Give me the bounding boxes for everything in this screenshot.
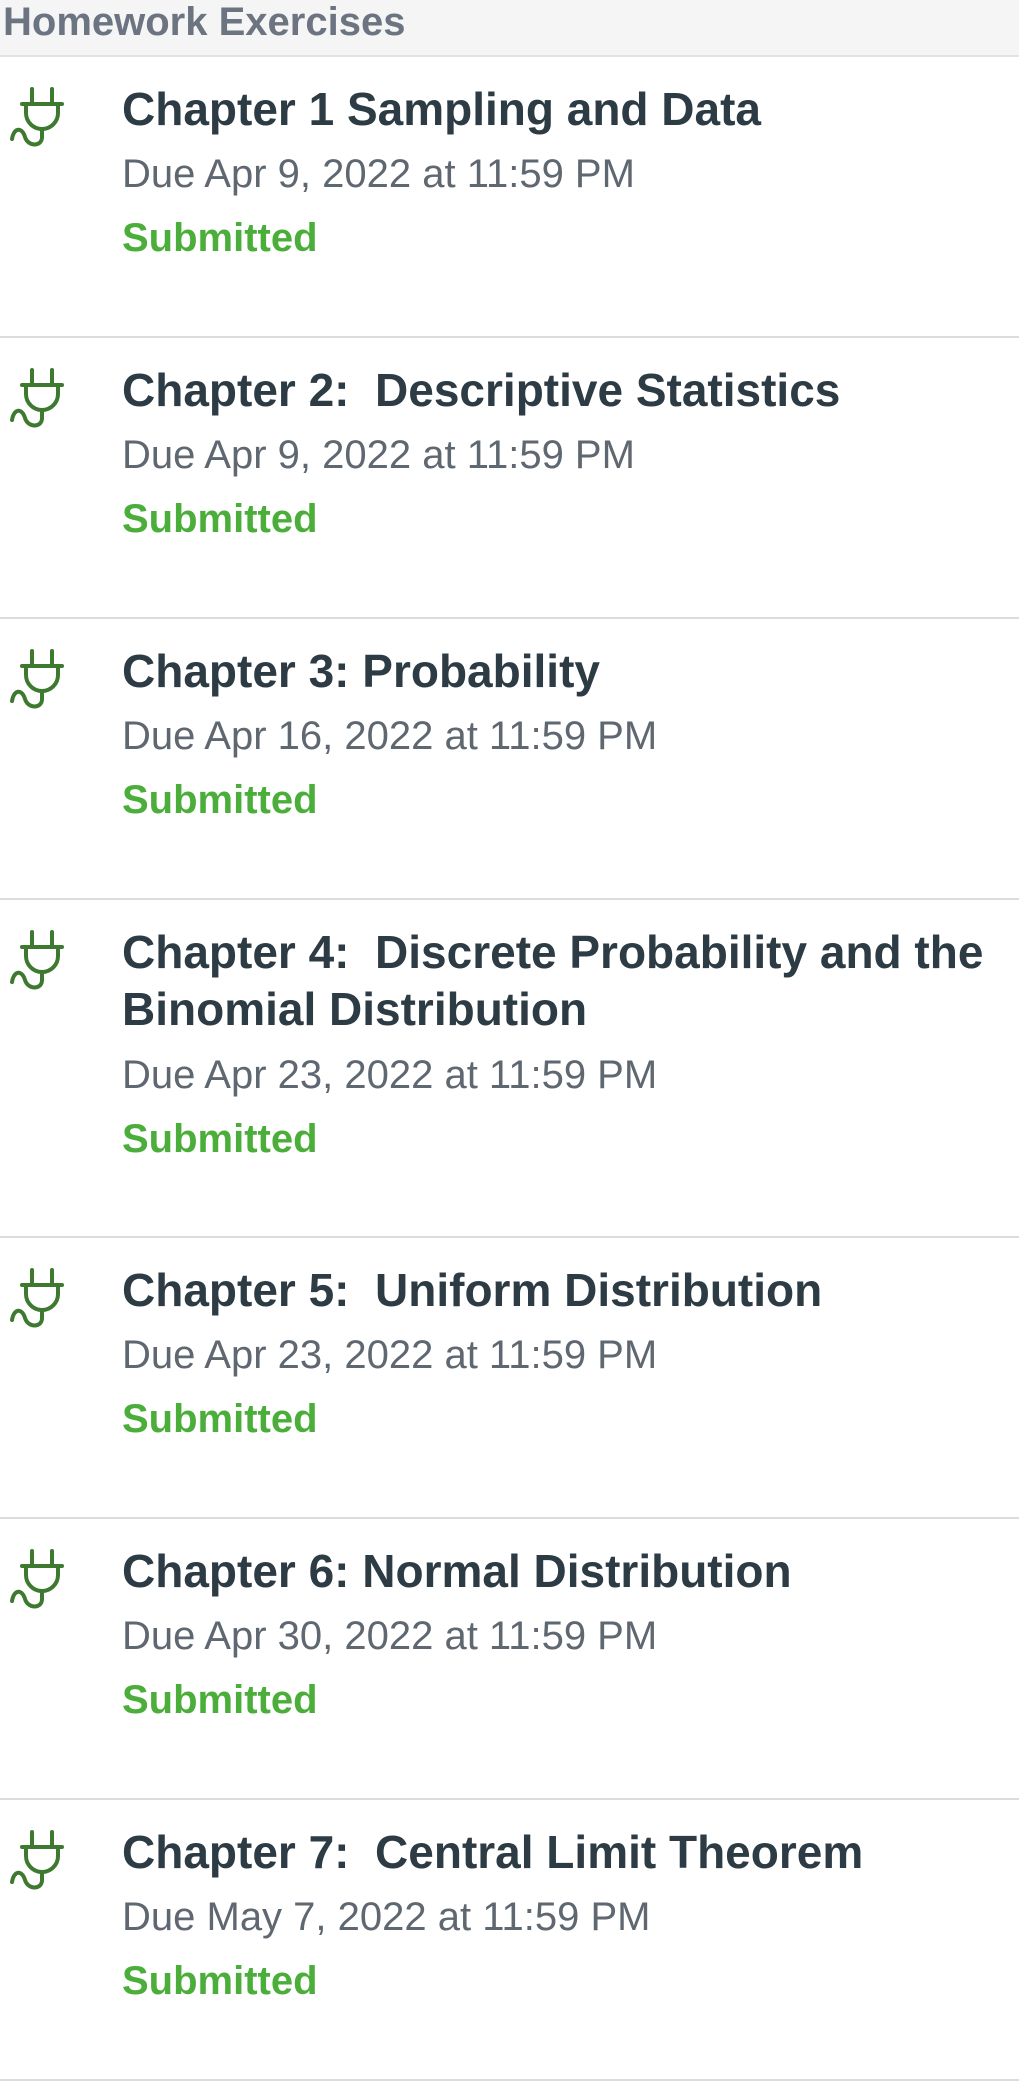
plug-icon [10, 87, 64, 147]
assignment-title[interactable]: Chapter 7: Central Limit Theorem [122, 1824, 1012, 1881]
assignment-due-date: Due Apr 23, 2022 at 11:59 PM [122, 1053, 658, 1097]
section-header: Homework Exercises [0, 0, 1019, 57]
assignment-item[interactable]: Chapter 2: Descriptive Statistics Due Ap… [0, 338, 1019, 619]
assignment-due-date: Due Apr 9, 2022 at 11:59 PM [122, 433, 635, 477]
assignment-item[interactable]: Chapter 4: Discrete Probability and the … [0, 900, 1019, 1238]
section-title: Homework Exercises [3, 0, 406, 44]
assignment-status: Submitted [122, 216, 318, 260]
plug-icon [10, 1830, 64, 1890]
assignment-status: Submitted [122, 1117, 318, 1161]
plug-icon [10, 649, 64, 709]
assignment-due-date: Due Apr 23, 2022 at 11:59 PM [122, 1333, 658, 1377]
assignment-item[interactable]: Chapter 1 Sampling and Data Due Apr 9, 2… [0, 57, 1019, 338]
assignment-title[interactable]: Chapter 6: Normal Distribution [122, 1543, 1012, 1600]
assignment-due-date: Due Apr 30, 2022 at 11:59 PM [122, 1614, 658, 1658]
assignment-status: Submitted [122, 497, 318, 541]
assignment-status: Submitted [122, 1397, 318, 1441]
assignment-due-date: Due Apr 16, 2022 at 11:59 PM [122, 714, 658, 758]
assignment-item[interactable]: Chapter 6: Normal Distribution Due Apr 3… [0, 1519, 1019, 1800]
plug-icon [10, 1549, 64, 1609]
assignment-status: Submitted [122, 778, 318, 822]
assignment-item[interactable]: Chapter 3: Probability Due Apr 16, 2022 … [0, 619, 1019, 900]
plug-icon [10, 368, 64, 428]
assignment-due-date: Due Apr 9, 2022 at 11:59 PM [122, 152, 635, 196]
assignment-title[interactable]: Chapter 3: Probability [122, 643, 1012, 700]
assignment-status: Submitted [122, 1959, 318, 2003]
assignment-item[interactable]: Chapter 5: Uniform Distribution Due Apr … [0, 1238, 1019, 1519]
assignment-title[interactable]: Chapter 2: Descriptive Statistics [122, 362, 1012, 419]
assignment-item[interactable]: Chapter 7: Central Limit Theorem Due May… [0, 1800, 1019, 2081]
assignment-title[interactable]: Chapter 4: Discrete Probability and the … [122, 924, 1012, 1038]
assignment-title[interactable]: Chapter 1 Sampling and Data [122, 81, 1012, 138]
assignment-title[interactable]: Chapter 5: Uniform Distribution [122, 1262, 1012, 1319]
assignment-due-date: Due May 7, 2022 at 11:59 PM [122, 1895, 651, 1939]
assignment-status: Submitted [122, 1678, 318, 1722]
assignment-list: Chapter 1 Sampling and Data Due Apr 9, 2… [0, 57, 1019, 2081]
plug-icon [10, 1268, 64, 1328]
plug-icon [10, 930, 64, 990]
